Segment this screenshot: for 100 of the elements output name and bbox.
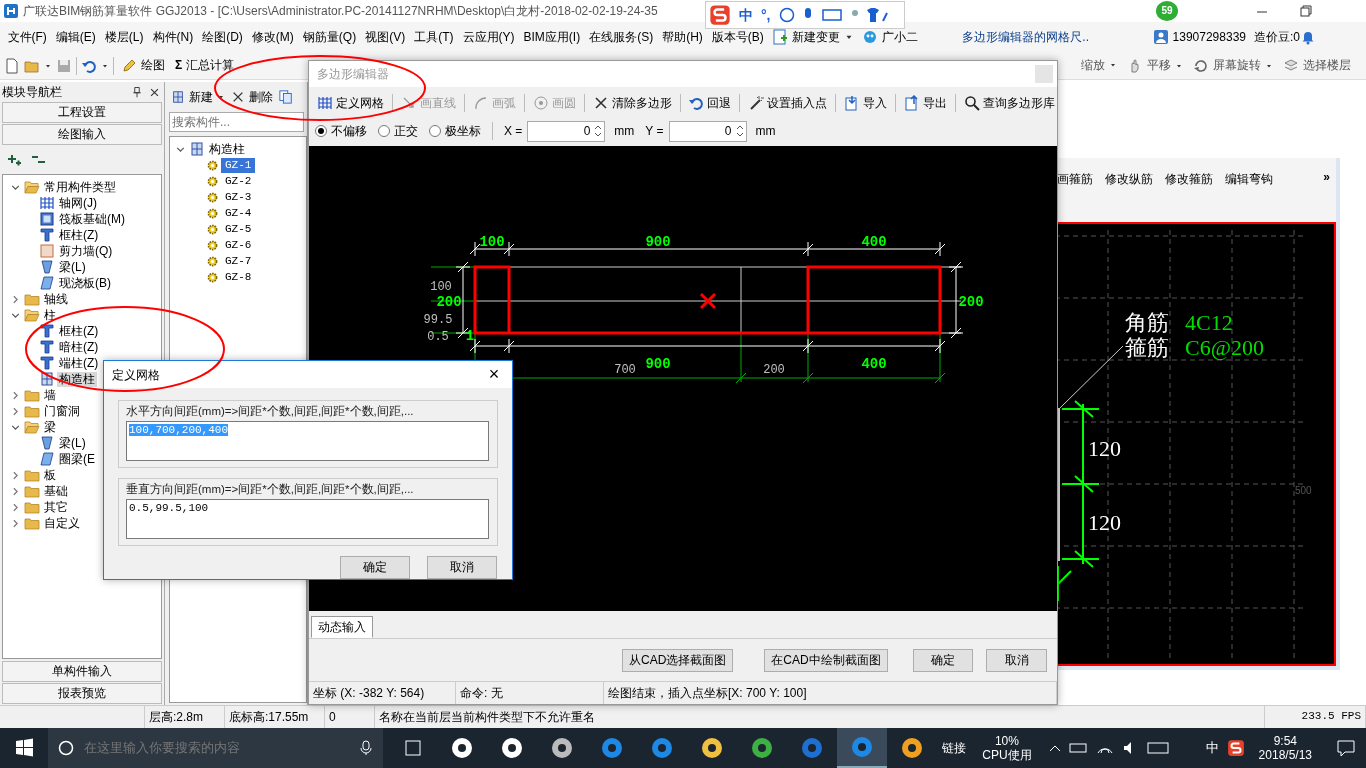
tool-button[interactable]: 导出	[902, 94, 950, 111]
tree-item[interactable]: 常用构件类型	[42, 179, 118, 195]
dialog-button[interactable]: 取消	[427, 556, 497, 579]
tool-button[interactable]: 导入	[842, 94, 890, 111]
copy-icon[interactable]	[279, 90, 293, 104]
tree-item[interactable]: 框柱(Z)	[57, 323, 101, 339]
tree-item[interactable]: 梁(L)	[57, 259, 88, 275]
notice-link[interactable]: 多边形编辑器的网格尺..	[962, 29, 1089, 45]
bell-icon[interactable]	[1300, 29, 1316, 45]
dialog-button[interactable]: 从CAD选择截面图	[622, 648, 734, 672]
nav-button[interactable]: 报表预览	[2, 683, 162, 704]
toolbar-button[interactable]: 屏幕旋转	[1190, 57, 1276, 74]
tool-button[interactable]: 定义网格	[315, 94, 386, 111]
microphone-icon[interactable]	[360, 740, 372, 756]
menu-item[interactable]: 帮助(H)	[657, 29, 708, 45]
menu-item[interactable]: 构件(N)	[148, 29, 198, 45]
dialog-button[interactable]: 确定	[912, 648, 974, 672]
toolbar-button[interactable]: 编辑弯钩	[1223, 170, 1275, 188]
search-field[interactable]: 搜索构件...	[169, 112, 304, 132]
toolbar-button[interactable]: 绘图	[118, 57, 168, 74]
toolbar-button[interactable]: 选择楼层	[1280, 57, 1354, 74]
menu-item[interactable]: BIM应用(I)	[519, 29, 585, 45]
menu-item[interactable]: 文件(F)	[3, 29, 52, 45]
ime-option[interactable]: 中	[739, 6, 753, 24]
menu-item[interactable]: 楼层(L)	[100, 29, 148, 45]
tree-item[interactable]: 构造柱	[207, 141, 247, 157]
sogou-icon[interactable]	[1226, 739, 1245, 757]
tree-item[interactable]: 柱	[42, 307, 58, 323]
tool-button[interactable]: 清除多边形	[590, 94, 674, 111]
nav-button[interactable]: 工程设置	[2, 102, 162, 123]
toolbar-link[interactable]: 链接	[942, 740, 967, 756]
menu-item[interactable]: 在线服务(S)	[584, 29, 658, 45]
tree-item[interactable]: GZ-2	[221, 173, 256, 189]
tree-item[interactable]: 墙	[42, 387, 58, 403]
menu-item[interactable]: 工具(T)	[409, 29, 458, 45]
delete-button[interactable]: 删除	[229, 89, 275, 105]
new-change-button[interactable]: 新建变更	[768, 29, 859, 45]
spin-field[interactable]: 0	[668, 120, 747, 142]
close-button[interactable]: ×	[476, 363, 512, 386]
tree-item[interactable]: 轴线	[42, 291, 70, 307]
tree-item[interactable]: GZ-1	[221, 157, 256, 173]
tree-item[interactable]: 基础	[42, 483, 70, 499]
spin-field[interactable]: 0	[527, 120, 606, 142]
radio-button[interactable]	[429, 125, 441, 138]
menu-item[interactable]: 版本号(B)	[707, 29, 769, 45]
tree-item[interactable]: 暗柱(Z)	[57, 339, 101, 355]
menu-item[interactable]: 编辑(E)	[51, 29, 101, 45]
new-file-icon[interactable]	[4, 57, 20, 74]
menu-item[interactable]: 绘图(D)	[197, 29, 248, 45]
tree-item[interactable]: 剪力墙(Q)	[57, 243, 115, 259]
ime-option[interactable]: °,	[761, 6, 771, 24]
dialog-button[interactable]: 确定	[340, 556, 410, 579]
toolbar-button[interactable]: 修改箍筋	[1163, 170, 1215, 188]
tree-item[interactable]: 端柱(Z)	[57, 355, 101, 371]
menu-item[interactable]: 云应用(Y)	[458, 29, 519, 45]
assistant-button[interactable]: 广小二	[858, 29, 923, 45]
toolbar-button[interactable]: Σ 汇总计算	[172, 58, 238, 73]
new-button[interactable]: 新建	[171, 89, 225, 105]
toolbar-button[interactable]: 修改纵筋	[1103, 170, 1155, 188]
tab[interactable]: 动态输入	[311, 616, 373, 639]
toolbar-button[interactable]: 画箍筋	[1055, 170, 1095, 188]
close-icon[interactable]	[149, 86, 160, 98]
dialog-button[interactable]: 取消	[986, 648, 1047, 672]
tree-item[interactable]: GZ-3	[221, 189, 256, 205]
tree-item[interactable]: 梁(L)	[57, 435, 88, 451]
radio-button[interactable]	[378, 125, 390, 138]
radio-button[interactable]	[315, 125, 327, 138]
more-button[interactable]: »	[1323, 170, 1330, 222]
nav-button[interactable]: 绘图输入	[2, 124, 162, 145]
tool-button[interactable]: 回退	[686, 94, 734, 111]
tree-item[interactable]: 框柱(Z)	[57, 227, 101, 243]
tree-item[interactable]: 门窗洞	[42, 403, 82, 419]
menu-item[interactable]: 修改(M)	[247, 29, 299, 45]
search-bar[interactable]: 在这里输入你要搜索的内容	[48, 728, 383, 768]
tool-button[interactable]: 设置插入点	[746, 94, 830, 111]
menu-item[interactable]: 钢筋量(Q)	[298, 29, 361, 45]
menu-item[interactable]: 视图(V)	[360, 29, 410, 45]
nav-button[interactable]: 单构件输入	[2, 661, 162, 682]
tree-item[interactable]: 圈梁(E	[57, 451, 97, 467]
tree-item[interactable]: GZ-4	[221, 205, 256, 221]
tree-item[interactable]: GZ-5	[221, 221, 256, 237]
tree-item[interactable]: 梁	[42, 419, 58, 435]
spin-arrows-icon[interactable]	[735, 124, 744, 139]
tree-item[interactable]: GZ-7	[221, 253, 256, 269]
toolbar-button[interactable]: 平移	[1124, 57, 1186, 74]
ime-tools-drawing[interactable]	[778, 7, 889, 23]
spin-arrows-icon[interactable]	[594, 124, 603, 139]
ime-indicator[interactable]: 中	[1205, 740, 1219, 756]
tree-item[interactable]: 自定义	[42, 515, 82, 531]
clock-date[interactable]: 2018/5/13	[1258, 748, 1312, 763]
account-name[interactable]: 13907298339	[1172, 29, 1246, 45]
tree-item[interactable]: 其它	[42, 499, 70, 515]
clock-time[interactable]: 9:54	[1273, 733, 1297, 748]
pin-icon[interactable]	[131, 86, 143, 98]
tree-item[interactable]: 板	[42, 467, 58, 483]
search-field[interactable]: 在这里输入你要搜索的内容	[82, 739, 352, 757]
input-field[interactable]: 0.5,99.5,100	[126, 499, 489, 539]
tree-item[interactable]: GZ-6	[221, 237, 256, 253]
tree-item[interactable]: 轴网(J)	[57, 195, 99, 211]
tree-item[interactable]: GZ-8	[221, 269, 256, 285]
